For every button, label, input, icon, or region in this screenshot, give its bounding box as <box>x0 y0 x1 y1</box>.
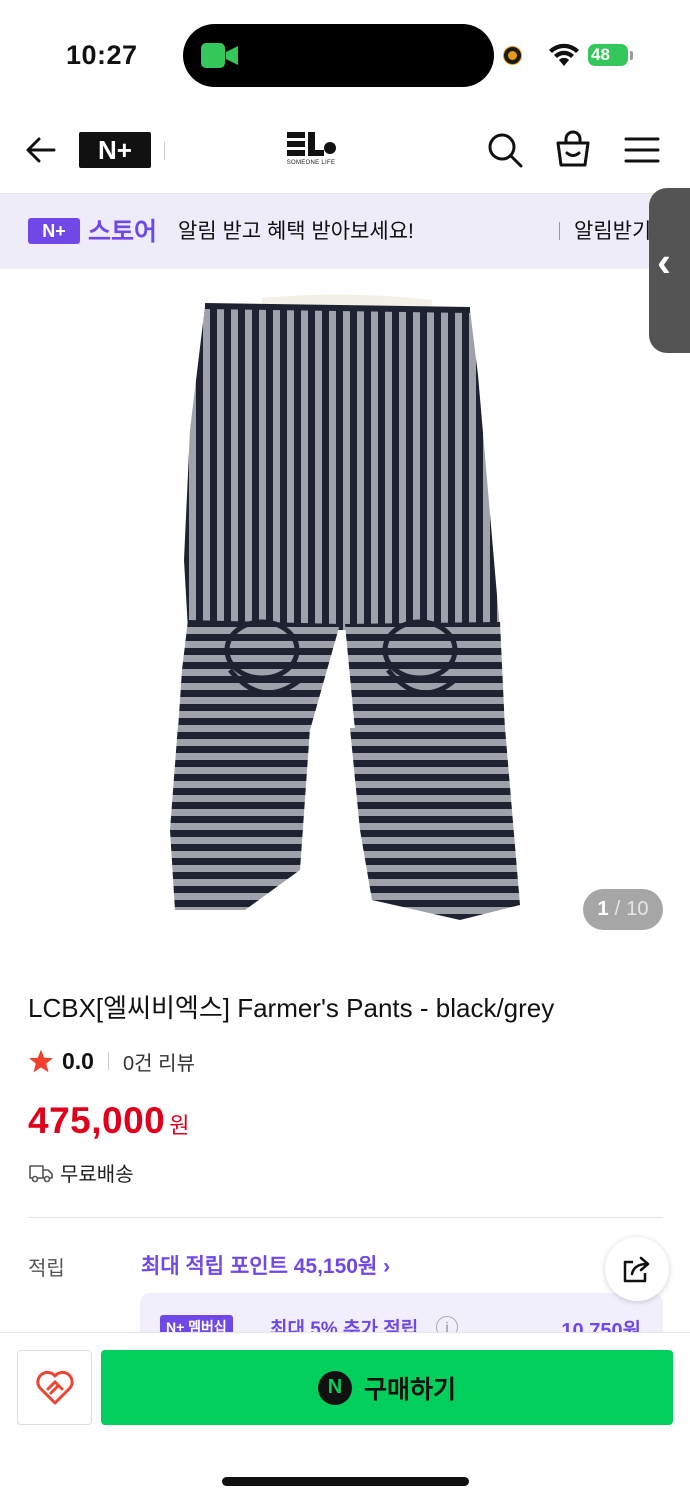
product-image[interactable] <box>0 270 690 960</box>
wishlist-button[interactable] <box>17 1350 92 1425</box>
shipping-text: 무료배송 <box>60 1164 134 1186</box>
brand-logo-text: SOMEONE LIFE <box>286 160 336 166</box>
naver-plus-logo-text: N+ <box>98 134 132 165</box>
recording-indicator-icon <box>504 47 521 64</box>
shopping-bag-icon[interactable] <box>554 129 592 169</box>
naver-pay-icon: N <box>317 1370 352 1405</box>
image-counter-current: 1 <box>597 898 609 920</box>
dynamic-island <box>183 24 494 87</box>
price-currency: 원 <box>169 1113 190 1138</box>
points-label: 적립 <box>28 1258 65 1280</box>
shipping-info: 무료배송 <box>28 1158 134 1187</box>
banner-divider <box>559 222 560 240</box>
max-points-link[interactable]: 최대 적립 포인트 45,150원 › <box>141 1250 390 1280</box>
price-row: 475,000 원 <box>28 1100 190 1142</box>
share-button[interactable] <box>605 1237 669 1301</box>
naver-plus-badge: N+ <box>28 218 80 244</box>
image-counter-separator: / <box>614 898 621 920</box>
product-price: 475,000 <box>28 1100 166 1141</box>
share-icon <box>623 1256 650 1283</box>
product-page: 10:27 48 N+ SOMEONE LIFE N+ 스토어 알림 받고 혜택… <box>0 0 690 1500</box>
buy-button[interactable]: N 구매하기 <box>101 1350 673 1425</box>
status-time: 10:27 <box>66 40 138 70</box>
status-bar: 10:27 48 <box>0 0 690 110</box>
buy-button-label: 구매하기 <box>363 1375 456 1404</box>
delivery-truck-icon <box>29 1164 53 1182</box>
image-counter-total: 10 <box>626 898 649 920</box>
star-icon <box>29 1049 53 1073</box>
chevron-right-icon: › <box>383 1255 391 1278</box>
naver-plus-logo[interactable]: N+ <box>79 132 151 168</box>
banner-message: 알림 받고 혜택 받아보세요! <box>178 220 414 243</box>
home-indicator <box>222 1477 469 1486</box>
max-points-text: 최대 적립 포인트 45,150원 <box>141 1255 378 1278</box>
brand-logo-mark <box>287 132 336 156</box>
banner-store-label: 스토어 <box>88 218 158 246</box>
naver-plus-badge-text: N+ <box>42 220 66 241</box>
notification-banner: N+ 스토어 알림 받고 혜택 받아보세요! 알림받기 <box>0 194 690 269</box>
subscribe-alert-button[interactable]: 알림받기 <box>574 215 651 245</box>
battery-icon: 48 <box>588 44 628 66</box>
rating-value: 0.0 <box>62 1047 94 1074</box>
bottom-action-bar: N 구매하기 <box>0 1332 690 1500</box>
product-title: LCBX[엘씨비엑스] Farmer's Pants - black/grey <box>28 993 555 1023</box>
chevron-left-icon: ‹ <box>657 238 671 285</box>
brand-logo[interactable]: SOMEONE LIFE <box>285 130 337 170</box>
hamburger-menu-icon[interactable] <box>624 134 660 166</box>
rating-row[interactable]: 0.0 0건 리뷰 <box>28 1046 195 1076</box>
rating-divider <box>107 1052 109 1070</box>
battery-tip <box>630 51 633 60</box>
facetime-camera-icon <box>201 43 238 68</box>
heart-icon <box>35 1370 74 1404</box>
section-divider <box>28 1217 663 1218</box>
wifi-icon <box>549 43 579 66</box>
side-panel-handle[interactable]: ‹ <box>649 188 690 353</box>
top-navigation: N+ SOMEONE LIFE <box>0 110 690 194</box>
image-counter: 1 / 10 <box>583 889 663 930</box>
review-count-link[interactable]: 0건 리뷰 <box>123 1047 195 1076</box>
product-photo <box>170 294 520 920</box>
search-icon[interactable] <box>486 131 524 169</box>
back-arrow-icon[interactable] <box>24 132 60 168</box>
header-divider <box>164 142 165 160</box>
